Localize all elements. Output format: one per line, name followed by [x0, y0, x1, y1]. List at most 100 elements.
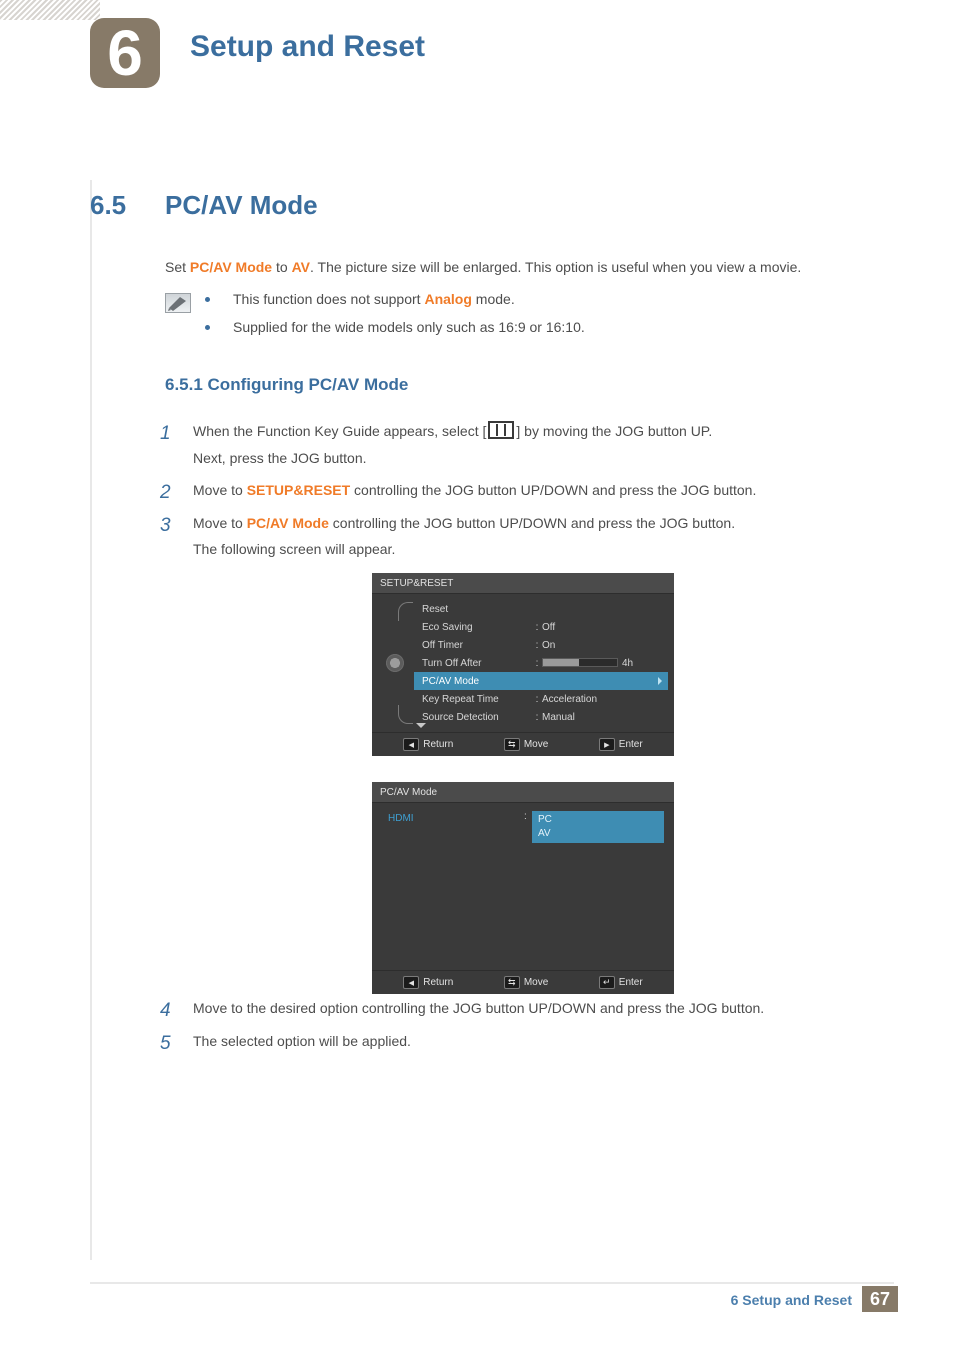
- decorative-stripes: [0, 0, 100, 20]
- note-text: Supplied for the wide models only such a…: [233, 319, 585, 335]
- note-icon: [165, 293, 191, 313]
- step-number: 4: [160, 993, 171, 1029]
- step-highlight: PC/AV Mode: [247, 515, 329, 531]
- chapter-title: Setup and Reset: [190, 30, 425, 64]
- step-text: The following screen will appear.: [193, 541, 395, 557]
- hint-return: Return: [403, 976, 453, 989]
- enter-icon: [599, 976, 615, 989]
- osd-value: Manual: [542, 712, 660, 723]
- colon: :: [532, 658, 542, 669]
- chevron-right-icon: [658, 677, 662, 685]
- note-highlight-analog: Analog: [424, 291, 471, 307]
- osd-row-source-detection: Source Detection : Manual: [418, 708, 664, 726]
- step-highlight: SETUP&RESET: [247, 482, 350, 498]
- intro-text: to: [272, 259, 291, 275]
- osd-label: Key Repeat Time: [422, 694, 532, 705]
- osd-row-off-timer: Off Timer : On: [418, 636, 664, 654]
- osd-hints: Return Move Enter: [372, 733, 674, 756]
- step-number: 5: [160, 1026, 171, 1062]
- osd-value: Off: [542, 622, 660, 633]
- return-icon: [403, 976, 419, 989]
- move-icon: [504, 976, 520, 989]
- step-text: controlling the JOG button UP/DOWN and p…: [329, 515, 735, 531]
- step-text: Next, press the JOG button.: [193, 450, 367, 466]
- bullet-icon: [205, 297, 210, 302]
- move-icon: [504, 738, 520, 751]
- hint-move: Move: [504, 738, 548, 751]
- hint-return: Return: [403, 738, 453, 751]
- hint-enter: Enter: [599, 738, 643, 751]
- osd-value-text: 4h: [622, 658, 633, 669]
- intro-highlight-av: AV: [292, 259, 310, 275]
- osd-option-av: AV: [538, 827, 658, 841]
- hint-label: Move: [524, 977, 548, 988]
- osd-label: Reset: [422, 604, 532, 615]
- osd-row-pcav-mode-selected: PC/AV Mode: [414, 672, 668, 690]
- osd-body: Reset Eco Saving : Off Off Timer : On Tu…: [372, 594, 674, 733]
- chapter-number-badge: 6: [90, 18, 160, 88]
- colon: :: [532, 640, 542, 651]
- slider: [542, 658, 618, 667]
- gear-icon: [386, 654, 404, 672]
- chevron-down-icon: [416, 723, 426, 728]
- step-number: 2: [160, 475, 171, 511]
- hint-label: Return: [423, 739, 453, 750]
- colon: :: [532, 694, 542, 705]
- step-4: 4 Move to the desired option controlling…: [160, 995, 864, 1022]
- step-2: 2 Move to SETUP&RESET controlling the JO…: [160, 477, 864, 504]
- colon: :: [532, 712, 542, 723]
- osd-row-reset: Reset: [418, 600, 664, 618]
- step-number: 1: [160, 416, 171, 452]
- osd-title: SETUP&RESET: [372, 573, 674, 594]
- section-title: PC/AV Mode: [165, 190, 318, 221]
- osd-value: 4h: [542, 658, 660, 669]
- section-intro: Set PC/AV Mode to AV. The picture size w…: [165, 258, 864, 278]
- step-text: Move to the desired option controlling t…: [193, 1000, 764, 1016]
- side-rule: [90, 180, 92, 1260]
- steps-list: 1 When the Function Key Guide appears, s…: [160, 418, 864, 569]
- osd-option-list: PC AV: [532, 811, 664, 843]
- intro-highlight-pcav: PC/AV Mode: [190, 259, 272, 275]
- osd-option-pc: PC: [538, 813, 658, 827]
- bullet-icon: [205, 325, 210, 330]
- colon: :: [524, 811, 527, 822]
- note-text: This function does not support: [233, 291, 424, 307]
- osd-row-eco-saving: Eco Saving : Off: [418, 618, 664, 636]
- osd-value: On: [542, 640, 660, 651]
- colon: :: [532, 622, 542, 633]
- step-text: by moving the JOG button UP.: [520, 423, 712, 439]
- hint-label: Enter: [619, 739, 643, 750]
- step-text: Move to: [193, 515, 247, 531]
- osd-label: Source Detection: [422, 712, 532, 723]
- osd-category-icon-slot: [380, 594, 410, 732]
- intro-text: Set: [165, 259, 190, 275]
- menu-icon: [488, 421, 514, 439]
- footer-rule: [90, 1282, 894, 1284]
- step-3: 3 Move to PC/AV Mode controlling the JOG…: [160, 510, 864, 563]
- hint-move: Move: [504, 976, 548, 989]
- note-item: Supplied for the wide models only such a…: [205, 319, 864, 335]
- osd-row-key-repeat: Key Repeat Time : Acceleration: [418, 690, 664, 708]
- osd-hints: Return Move Enter: [372, 971, 674, 994]
- step-1: 1 When the Function Key Guide appears, s…: [160, 418, 864, 471]
- section-number: 6.5: [90, 190, 126, 221]
- hint-label: Return: [423, 977, 453, 988]
- osd-label: Off Timer: [422, 640, 532, 651]
- osd-title: PC/AV Mode: [372, 782, 674, 803]
- note-list: This function does not support Analog mo…: [205, 291, 864, 347]
- subsection-title: 6.5.1 Configuring PC/AV Mode: [165, 375, 408, 395]
- hint-enter: Enter: [599, 976, 643, 989]
- page-number: 67: [862, 1286, 898, 1312]
- return-icon: [403, 738, 419, 751]
- step-text: Move to: [193, 482, 247, 498]
- hint-label: Enter: [619, 977, 643, 988]
- slider-fill: [543, 659, 579, 666]
- hint-label: Move: [524, 739, 548, 750]
- step-number: 3: [160, 508, 171, 544]
- note-text: mode.: [472, 291, 515, 307]
- osd-value: Acceleration: [542, 694, 660, 705]
- osd-label: Eco Saving: [422, 622, 532, 633]
- page: 6 Setup and Reset 6.5 PC/AV Mode Set PC/…: [0, 0, 954, 1350]
- enter-icon: [599, 738, 615, 751]
- osd-body: HDMI : PC AV: [372, 803, 674, 971]
